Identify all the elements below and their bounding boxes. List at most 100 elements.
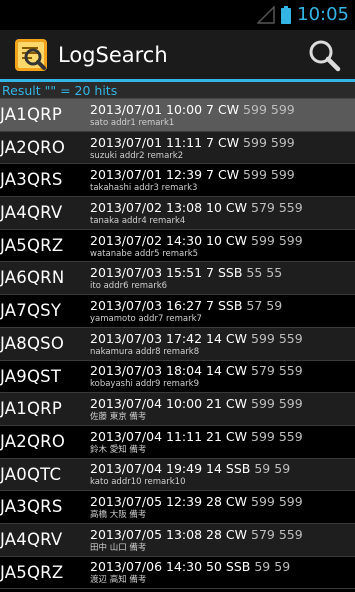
result-summary: Result "" = 20 hits [0,82,355,99]
log-search-app-icon[interactable] [14,38,48,72]
callsign: JA3QRS [0,170,63,190]
entry-info: suzuki addr2 remark2 [90,150,184,161]
entry-info: yamamoto addr7 remark7 [90,313,202,324]
entry-rst: 579 559 [251,526,303,542]
entry-rst: 57 59 [246,297,283,313]
callsign: JA3QRS [0,497,63,517]
entry-summary-line: 2013/07/01 11:11 7 CW 599 599 [90,135,295,151]
log-entry-row[interactable]: JA4QRV 2013/07/02 13:08 10 CW 579 559 tana… [0,197,355,230]
entry-frequency: 7 [206,265,214,281]
status-bar: 10:05 [0,0,355,30]
entry-frequency: 7 [206,101,214,117]
entry-summary-line: 2013/07/03 17:42 14 CW 599 559 [90,331,303,347]
entry-info: tanaka addr4 remark4 [90,215,186,226]
entry-mode: CW [225,396,248,412]
callsign: JA9QST [0,366,62,386]
entry-frequency: 14 [206,330,222,346]
log-entry-row[interactable]: JA8QSO 2013/07/03 17:42 14 CW 599 559 naka… [0,327,355,361]
entry-info: watanabe addr5 remark5 [90,248,199,259]
entry-frequency: 14 [206,461,222,477]
log-entry-row[interactable]: JA0QTC 2013/07/04 19:49 14 SSB 59 59 kato … [0,458,355,492]
entry-summary-line: 2013/07/03 16:27 7 SSB 57 59 [90,298,282,314]
entry-mode: SSB [225,461,251,477]
entry-rst: 599 599 [251,494,303,510]
entry-info: 佐藤 東京 備考 [90,412,147,423]
entry-rst: 599 599 [243,134,295,150]
entry-datetime: 2013/07/03 17:42 [90,330,203,346]
log-entry-row[interactable]: JA2QRO 2013/07/04 11:11 21 CW 599 559 鈴木 愛… [0,425,355,459]
entry-summary-line: 2013/07/01 10:00 7 CW 599 599 [90,102,295,118]
log-list[interactable]: JA1QRP 2013/07/01 10:00 7 CW 599 599 sato … [0,99,355,590]
entry-datetime: 2013/07/06 14:30 [90,559,203,575]
entry-mode: CW [217,167,240,183]
entry-details: 2013/07/05 12:39 28 CW 599 599 高橋 大阪 備考 [90,491,303,523]
entry-rst: 579 559 [251,363,303,379]
entry-details: 2013/07/02 13:08 10 CW 579 559 tanaka add… [90,197,303,229]
entry-mode: SSB [217,265,243,281]
log-entry-row[interactable]: JA4QRV 2013/07/05 13:08 28 CW 579 559 田中 山… [0,523,355,557]
entry-details: 2013/07/06 14:30 50 SSB 59 59 渡辺 高知 備考 [90,557,290,589]
log-entry-row[interactable]: JA9QST 2013/07/03 18:04 14 CW 579 559 koba… [0,360,355,394]
entry-details: 2013/07/03 18:04 14 CW 579 559 kobayashi … [90,361,303,393]
entry-mode: CW [225,330,248,346]
entry-details: 2013/07/01 10:00 7 CW 599 599 sato addr1 … [90,99,295,131]
callsign: JA2QRO [0,137,66,157]
entry-details: 2013/07/01 12:39 7 CW 599 599 takahashi a… [90,164,295,196]
entry-details: 2013/07/03 16:27 7 SSB 57 59 yamamoto add… [90,295,282,327]
entry-datetime: 2013/07/05 13:08 [90,526,203,542]
entry-details: 2013/07/04 19:49 14 SSB 59 59 kato addr10… [90,459,290,491]
entry-datetime: 2013/07/01 10:00 [90,101,203,117]
entry-mode: CW [225,494,248,510]
entry-rst: 55 55 [246,265,283,281]
entry-details: 2013/07/02 14:30 10 CW 599 599 watanabe a… [90,230,303,262]
entry-rst: 599 599 [251,232,303,248]
entry-summary-line: 2013/07/02 14:30 10 CW 599 599 [90,233,303,249]
callsign: JA1QRP [0,105,62,124]
entry-frequency: 10 [206,232,222,248]
entry-frequency: 7 [206,167,214,183]
entry-info: ito addr6 remark6 [90,281,168,292]
search-icon[interactable] [307,38,341,72]
entry-rst: 599 559 [251,330,303,346]
log-entry-row[interactable]: JA5QRZ 2013/07/06 14:30 50 SSB 59 59 渡辺 高知… [0,556,355,590]
entry-summary-line: 2013/07/03 15:51 7 SSB 55 55 [90,265,282,281]
entry-details: 2013/07/05 13:08 28 CW 579 559 田中 山口 備考 [90,524,303,556]
callsign: JA1QRP [0,399,62,419]
entry-info: nakamura addr8 remark8 [90,346,200,357]
log-entry-row[interactable]: JA1QRP 2013/07/04 10:00 21 CW 599 599 佐藤 東… [0,393,355,426]
log-entry-row[interactable]: JA6QRN 2013/07/03 15:51 7 SSB 55 55 ito ad… [0,262,355,296]
entry-info: 渡辺 高知 備考 [90,575,147,586]
entry-details: 2013/07/04 10:00 21 CW 599 599 佐藤 東京 備考 [90,393,303,425]
entry-frequency: 10 [206,199,222,215]
entry-mode: SSB [225,559,251,575]
entry-info: 田中 山口 備考 [90,542,147,553]
entry-datetime: 2013/07/02 14:30 [90,232,203,248]
log-entry-row[interactable]: JA5QRZ 2013/07/02 14:30 10 CW 599 599 wata… [0,229,355,263]
entry-rst: 59 59 [254,559,291,575]
entry-details: 2013/07/04 11:11 21 CW 599 559 鈴木 愛知 備考 [90,426,303,458]
callsign: JA7QSY [0,301,62,321]
entry-mode: CW [225,232,248,248]
entry-summary-line: 2013/07/06 14:30 50 SSB 59 59 [90,559,290,575]
callsign: JA6QRN [0,268,65,288]
entry-info: 高橋 大阪 備考 [90,510,147,521]
entry-frequency: 50 [206,559,222,575]
entry-rst: 59 59 [254,461,291,477]
log-entry-row[interactable]: JA7QSY 2013/07/03 16:27 7 SSB 57 59 yamamo… [0,295,355,328]
entry-summary-line: 2013/07/04 10:00 21 CW 599 599 [90,396,303,412]
signal-icon [257,6,275,24]
entry-frequency: 14 [206,363,222,379]
log-entry-row[interactable]: JA3QRS 2013/07/05 12:39 28 CW 599 599 高橋 大… [0,491,355,524]
entry-mode: CW [217,101,240,117]
entry-mode: CW [225,363,248,379]
entry-rst: 579 559 [251,199,303,215]
entry-frequency: 28 [206,494,222,510]
status-clock: 10:05 [297,4,349,25]
entry-info: kato addr10 remark10 [90,477,186,488]
log-entry-row[interactable]: JA3QRS 2013/07/01 12:39 7 CW 599 599 takah… [0,164,355,198]
log-entry-row[interactable]: JA2QRO 2013/07/01 11:11 7 CW 599 599 suzuk… [0,131,355,165]
entry-info: takahashi addr3 remark3 [90,183,198,194]
log-entry-row[interactable]: JA1QRP 2013/07/01 10:00 7 CW 599 599 sato … [0,99,355,132]
entry-frequency: 28 [206,526,222,542]
entry-mode: CW [225,526,248,542]
